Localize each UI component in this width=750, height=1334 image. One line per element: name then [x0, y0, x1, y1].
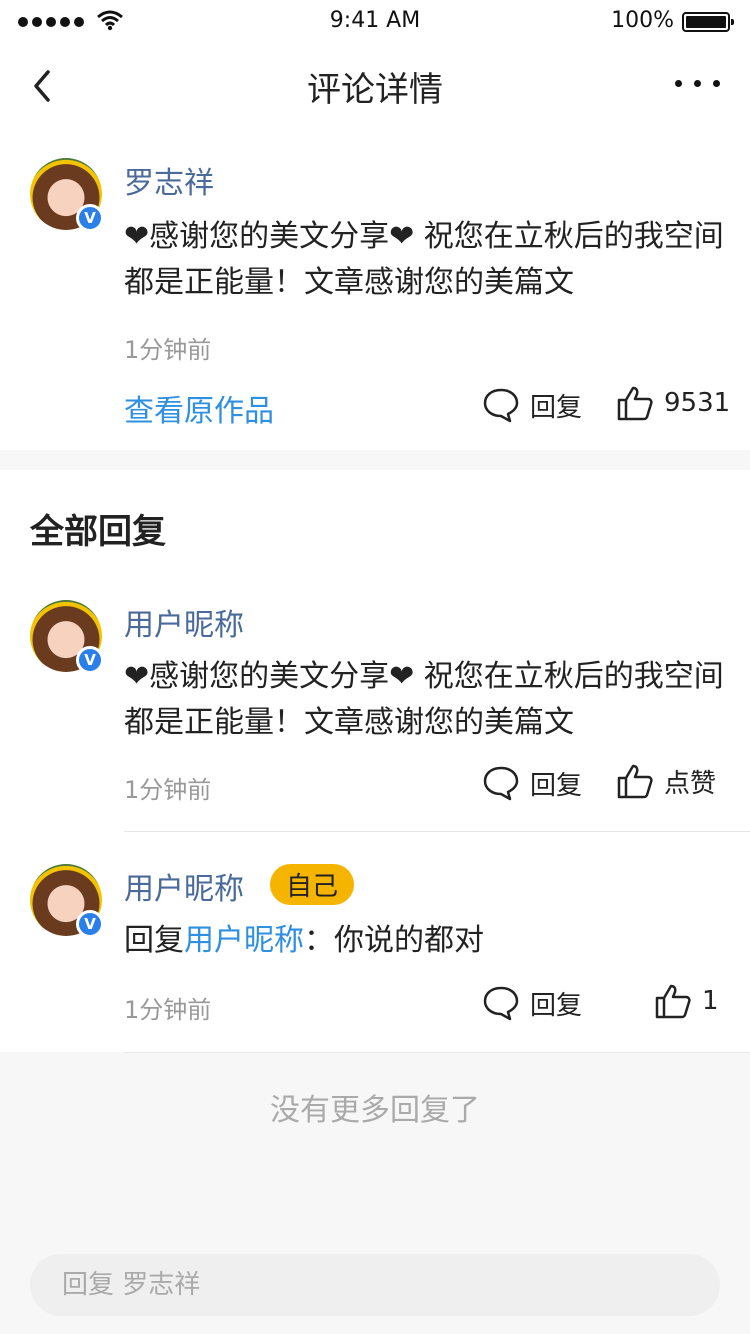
like-button[interactable]: 点赞 [616, 762, 716, 800]
self-tag: 自己 [270, 864, 355, 905]
reply-text: ：你说的都对 [304, 923, 484, 958]
like-count: 9531 [664, 388, 731, 418]
no-more-text: 没有更多回复了 [270, 1093, 480, 1128]
verified-badge-icon: V [76, 910, 104, 938]
like-button[interactable]: 1 [654, 982, 719, 1020]
battery-percent: 100% [611, 8, 674, 33]
divider [124, 1052, 750, 1053]
like-count: 1 [702, 986, 719, 1016]
comment-icon [483, 766, 519, 801]
page-title: 评论详情 [307, 70, 443, 110]
reply-label: 回复 [530, 770, 583, 801]
comment-time: 1分钟前 [124, 336, 212, 364]
like-button[interactable]: 9531 [616, 384, 730, 422]
status-bar: 9:41 AM 100% [0, 0, 750, 44]
reply-label: 回复 [530, 392, 583, 423]
reply-label: 回复 [530, 990, 583, 1021]
comment-author[interactable]: 罗志祥 [124, 158, 214, 202]
battery-icon [682, 12, 734, 32]
nav-bar: 评论详情 [0, 44, 750, 128]
comment-content: ❤感谢您的美文分享❤ 祝您在立秋后的我空间都是正能量！文章感谢您的美篇文 [124, 219, 724, 300]
avatar[interactable]: V [30, 864, 104, 938]
reply-author[interactable]: 用户昵称 [124, 864, 244, 908]
verified-badge-icon: V [76, 646, 104, 674]
section-title: 全部回复 [30, 512, 166, 552]
reply-time: 1分钟前 [124, 776, 212, 804]
more-icon[interactable] [675, 80, 720, 87]
replies-section: 全部回复 V 用户昵称 ❤感谢您的美文分享❤ 祝您在立秋后的我空间都是正能量！文… [0, 470, 750, 1052]
reply-button[interactable]: 回复 [482, 386, 582, 424]
reply-button[interactable]: 回复 [482, 984, 582, 1022]
thumb-up-icon [617, 386, 653, 421]
reply-author[interactable]: 用户昵称 [124, 600, 244, 644]
reply-prefix: 回复 [124, 923, 184, 958]
reply-to-user[interactable]: 用户昵称 [184, 923, 304, 958]
reply-button[interactable]: 回复 [482, 764, 582, 802]
thumb-up-icon [655, 984, 691, 1019]
reply-content: 回复用户昵称：你说的都对 [124, 918, 724, 964]
avatar[interactable]: V [30, 158, 104, 232]
reply-input[interactable]: 回复 罗志祥 [30, 1254, 720, 1316]
thumb-up-icon [617, 764, 653, 799]
view-original-link[interactable]: 查看原作品 [124, 386, 274, 430]
avatar[interactable]: V [30, 600, 104, 674]
main-comment: V 罗志祥 ❤感谢您的美文分享❤ 祝您在立秋后的我空间都是正能量！文章感谢您的美… [0, 128, 750, 450]
divider [124, 831, 750, 832]
comment-icon [483, 986, 519, 1021]
reply-time: 1分钟前 [124, 996, 212, 1024]
comment-icon [483, 388, 519, 423]
reply-content: ❤感谢您的美文分享❤ 祝您在立秋后的我空间都是正能量！文章感谢您的美篇文 [124, 659, 724, 740]
like-label: 点赞 [664, 768, 717, 799]
verified-badge-icon: V [76, 204, 104, 232]
